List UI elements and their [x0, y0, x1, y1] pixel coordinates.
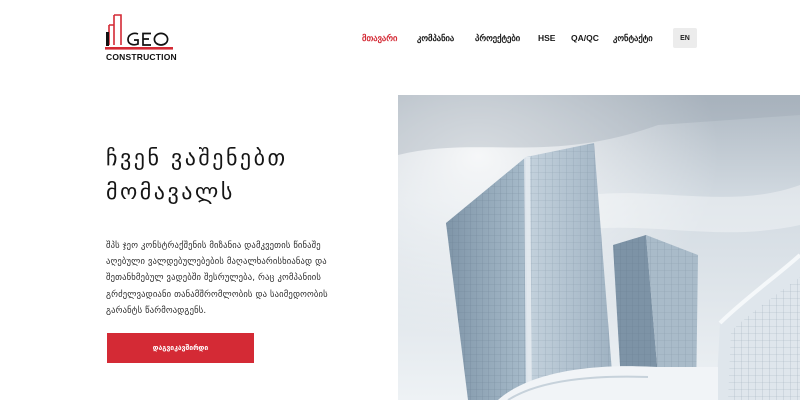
logo-caption: CONSTRUCTION [106, 52, 177, 62]
hero-title: ჩვენ ვაშენებთ მომავალს [106, 142, 386, 210]
nav-item-contact[interactable]: კონტაქტი [613, 33, 653, 44]
logo-mark-icon [105, 14, 173, 50]
nav-item-projects[interactable]: პროექტები [475, 33, 520, 44]
contact-us-button[interactable]: დაგვიკავშირდი [107, 333, 254, 363]
language-switch-button[interactable]: EN [673, 28, 697, 48]
site-header: CONSTRUCTION მთავარი კომპანია პროექტები … [0, 0, 800, 80]
nav-item-company[interactable]: კომპანია [417, 33, 454, 44]
hero-title-line-2: მომავალს [106, 180, 235, 205]
hero-building-image [398, 95, 800, 400]
hero-description: შპს ჯეო კონსტრაქშენის მიზანია დამკვეთის … [106, 241, 328, 316]
office-building-photo-icon [398, 95, 800, 400]
nav-item-qaqc[interactable]: QA/QC [571, 33, 599, 43]
nav-item-home[interactable]: მთავარი [362, 33, 397, 44]
nav-item-hse[interactable]: HSE [538, 33, 555, 43]
hero-title-line-1: ჩვენ ვაშენებთ [106, 146, 288, 171]
